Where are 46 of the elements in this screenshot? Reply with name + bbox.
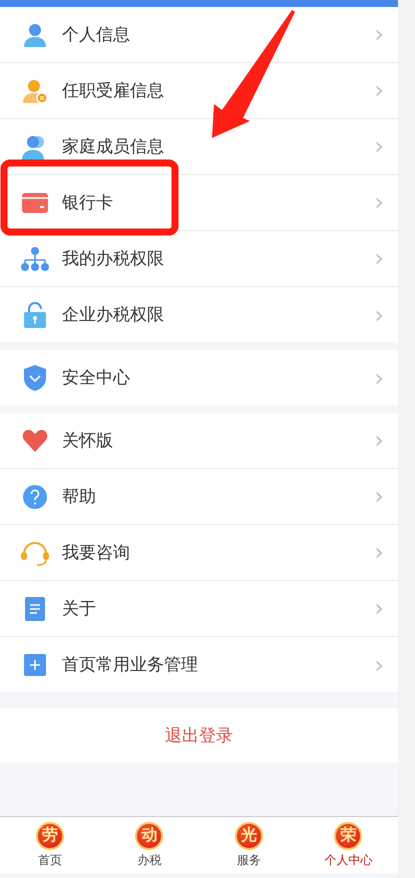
chevron-icon: › (374, 22, 384, 46)
add-icon (24, 654, 46, 676)
chevron-icon: › (374, 190, 384, 214)
chevron-icon: › (374, 540, 384, 564)
chevron-icon: › (374, 596, 384, 620)
person-icon (22, 22, 48, 48)
tab[interactable]: 动 办税 (100, 817, 199, 873)
menu-item-label: 家庭成员信息 (62, 136, 165, 158)
menu-item-label: 个人信息 (62, 24, 131, 46)
chevron-icon: › (374, 302, 384, 326)
menu-item-label: 企业办税权限 (62, 304, 165, 326)
menu-item-label: 关于 (62, 598, 97, 620)
tab[interactable]: 荣 个人中心 (298, 817, 398, 873)
hierarchy-icon (20, 246, 50, 270)
chevron-icon: › (374, 246, 384, 270)
lock-icon (22, 302, 48, 328)
shield-icon (23, 364, 47, 392)
tab-badge-icon: 光 (234, 822, 263, 850)
heart-icon (22, 428, 48, 452)
logout-button[interactable]: 退出登录 (0, 708, 398, 763)
menu-item[interactable]: 企业办税权限 › (0, 287, 398, 342)
tab-badge-icon: 荣 (334, 822, 362, 850)
menu-item-label: 银行卡 (62, 192, 114, 214)
menu-item-label: 我要咨询 (62, 542, 131, 564)
chevron-icon: › (374, 78, 384, 102)
chevron-icon: › (374, 428, 384, 452)
document-icon (25, 596, 45, 620)
chevron-icon: › (374, 134, 384, 158)
person-badge-icon (22, 78, 48, 104)
menu-item-label: 任职受雇信息 (62, 80, 165, 102)
menu-item-label: 首页常用业务管理 (62, 654, 199, 676)
card-icon (22, 192, 48, 212)
chevron-icon: › (374, 484, 384, 508)
menu-item[interactable]: 安全中心 › (0, 350, 398, 405)
help-icon (22, 484, 48, 510)
tab-badge-icon: 动 (135, 822, 164, 850)
menu-item-label: 关怀版 (62, 430, 114, 452)
tab[interactable]: 劳 首页 (0, 817, 100, 873)
menu-item-label: 安全中心 (62, 367, 131, 389)
menu-item[interactable]: 首页常用业务管理 › (0, 637, 398, 692)
menu-item-label: 帮助 (62, 486, 97, 508)
tab[interactable]: 光 服务 (199, 817, 298, 873)
menu-item-label: 我的办税权限 (62, 248, 165, 270)
tab-badge-icon: 劳 (36, 822, 64, 850)
chevron-icon: › (374, 652, 384, 676)
chevron-icon: › (374, 366, 384, 390)
